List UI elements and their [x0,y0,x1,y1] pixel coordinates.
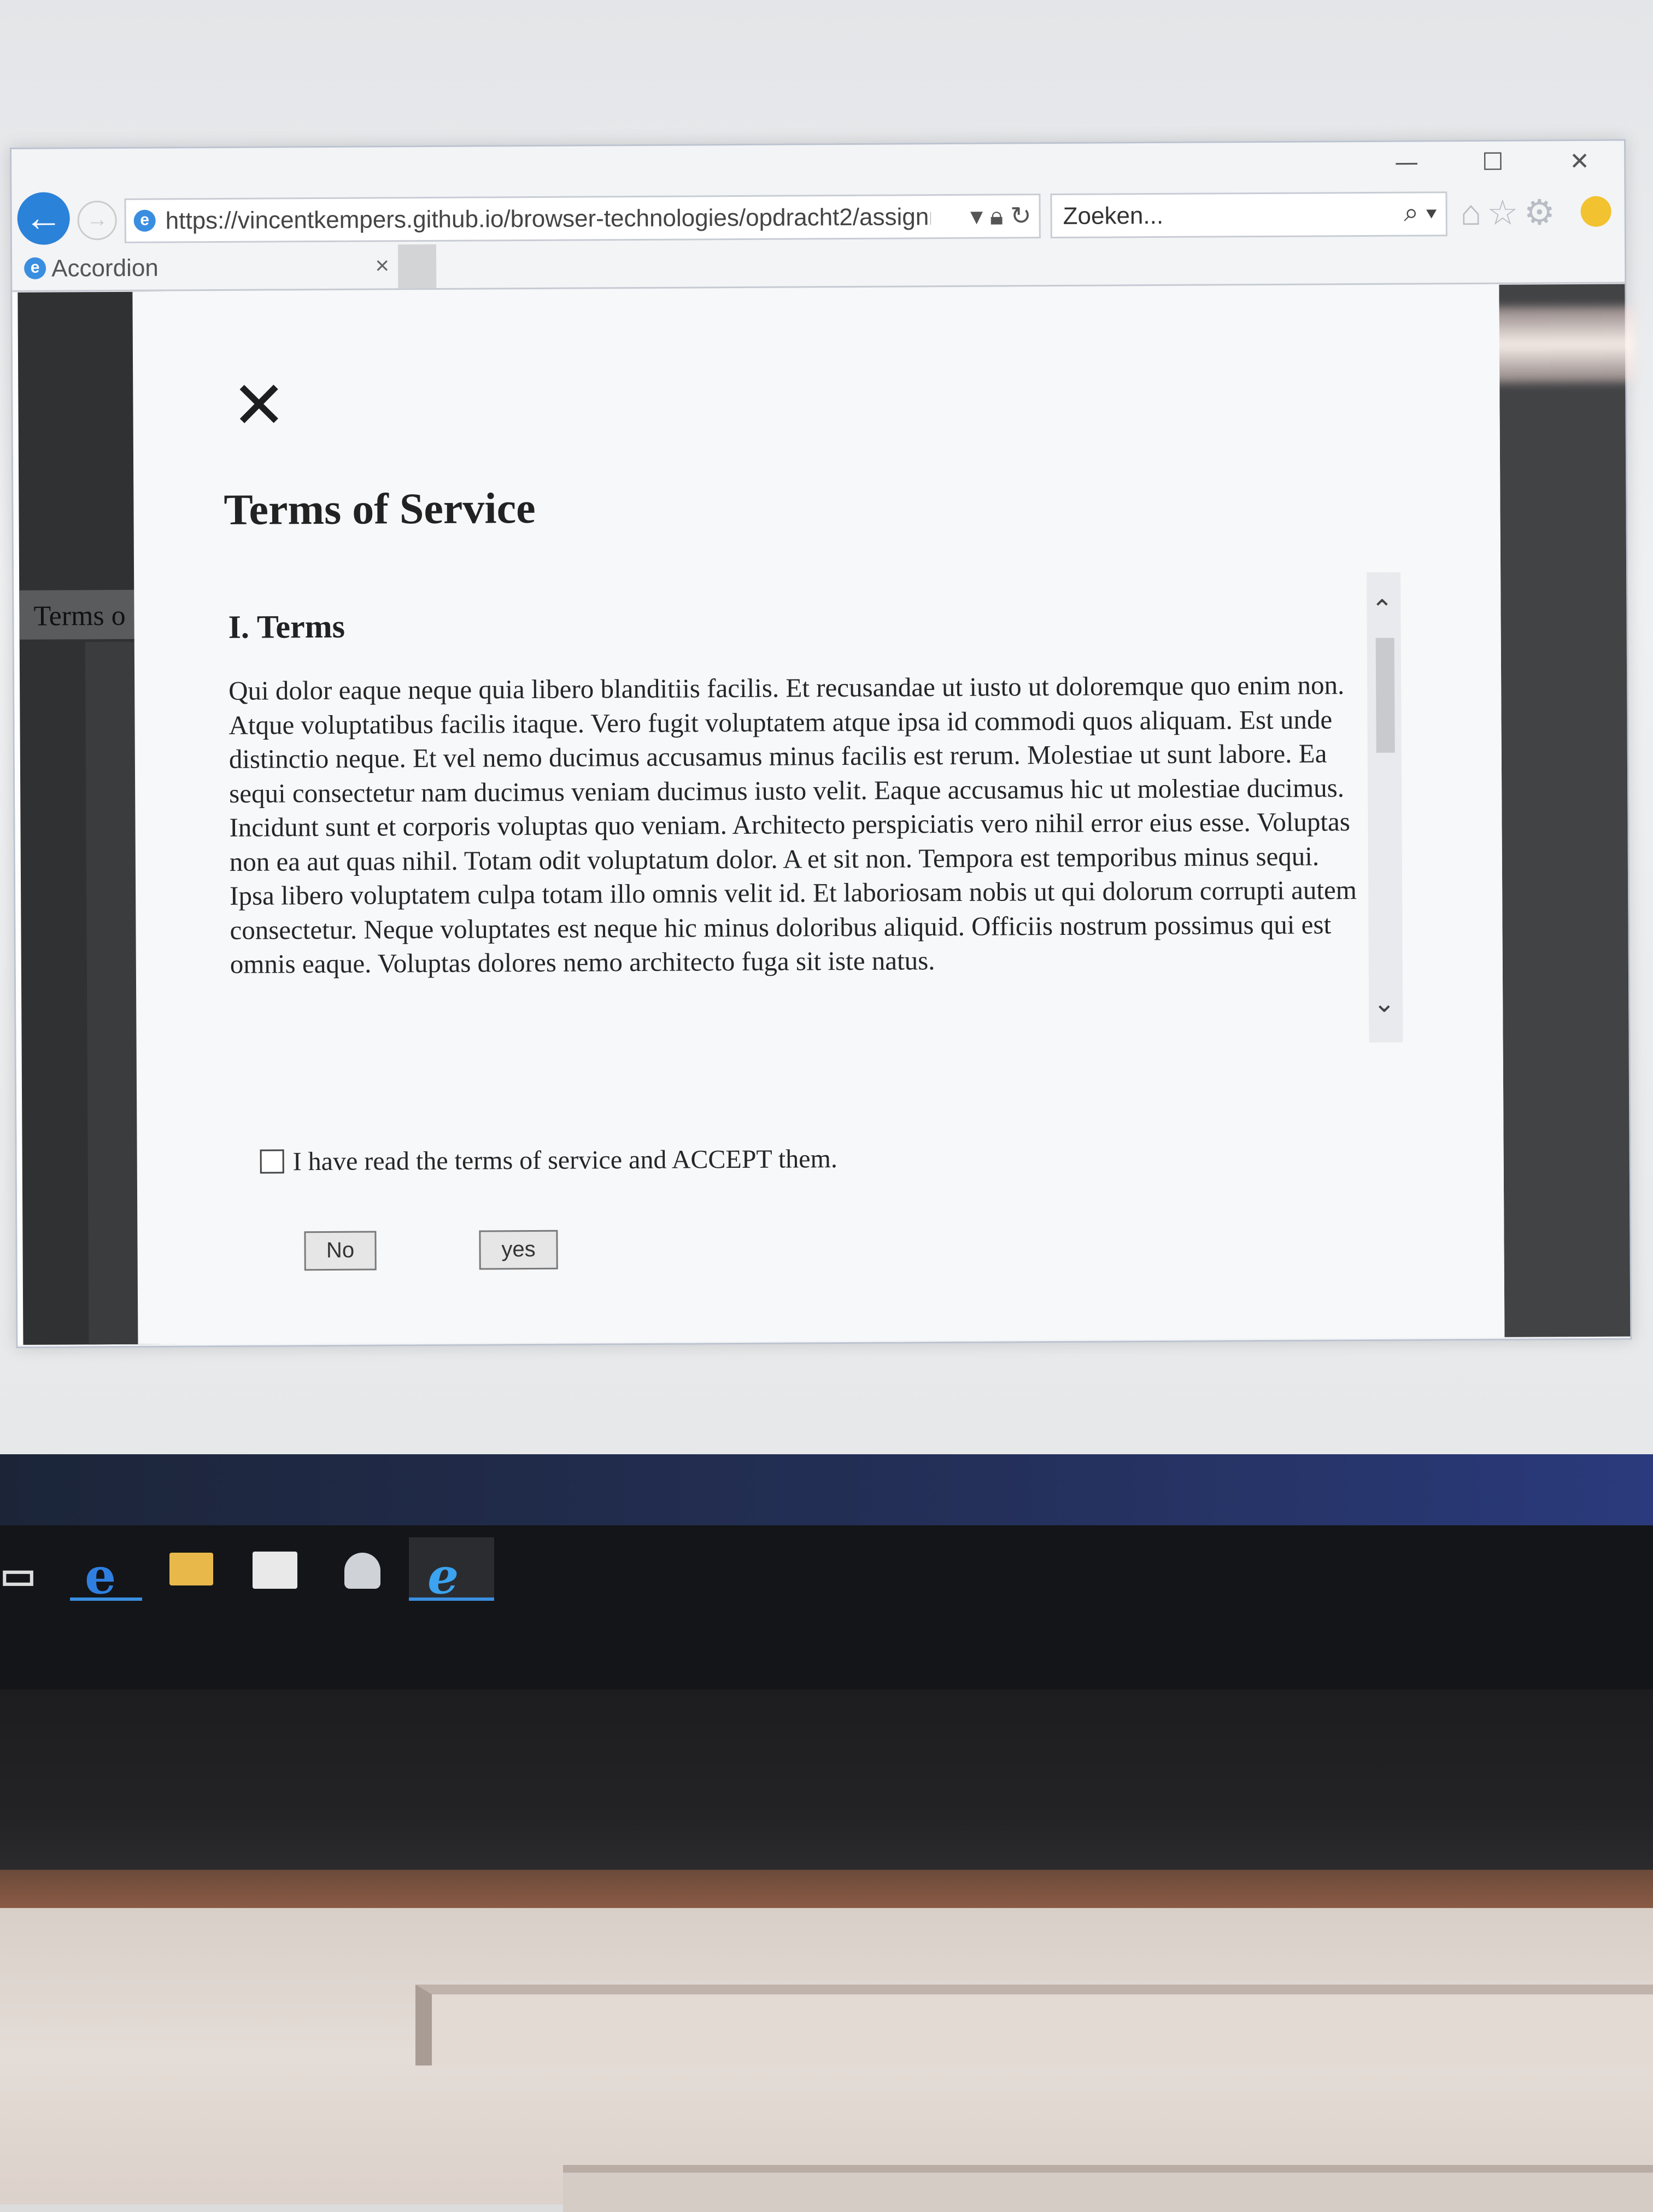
section-heading: I. Terms [228,608,345,645]
app-icon[interactable] [344,1553,380,1589]
desk-drawer [415,1985,1653,2065]
chevron-down-icon[interactable]: ⌄ [1373,988,1396,1019]
desk-edge [0,1870,1653,1908]
ie-tab-icon: e [24,257,46,279]
home-icon[interactable]: ⌂ [1460,193,1487,232]
dropdown-icon[interactable]: ▾ [970,202,983,230]
gear-icon[interactable]: ⚙ [1524,192,1561,232]
desktop-wallpaper-strip [0,1454,1653,1525]
maximize-button[interactable]: ☐ [1482,148,1504,176]
yes-button[interactable]: yes [479,1230,558,1270]
sidebar-item-label: Terms o [33,600,126,632]
title-bar: — ☐ ✕ [11,141,1624,182]
taskbar [0,1525,1653,1689]
minimize-button[interactable]: — [1394,149,1418,177]
store-icon[interactable] [253,1552,297,1589]
accept-checkbox[interactable] [260,1149,284,1174]
search-input[interactable]: Zoeken... ⌕ ▾ [1050,191,1447,239]
url-text[interactable]: https://vincentkempers.github.io/browser… [166,203,931,235]
scrollbar[interactable]: ⌃ ⌄ [1367,572,1403,1043]
chevron-up-icon[interactable]: ⌃ [1371,594,1393,625]
scrollbar-thumb[interactable] [1375,637,1395,753]
desk-drawer-lower [563,2165,1653,2212]
modal-title: Terms of Service [224,484,536,534]
terms-modal: ✕ Terms of Service I. Terms Qui dolor ea… [132,284,1505,1344]
new-tab-button[interactable] [397,244,437,289]
edge-active-indicator [70,1597,142,1601]
page-content: Terms o ✕ Terms of Service I. Terms Qui … [12,284,1637,1345]
accept-checkbox-label: I have read the terms of service and ACC… [292,1144,838,1177]
file-explorer-icon[interactable] [169,1553,213,1585]
refresh-icon[interactable]: ↻ [1010,201,1031,230]
tab-close-icon[interactable]: × [375,252,389,279]
terms-body-text: Qui dolor eaque neque quia libero blandi… [228,670,1357,979]
tab-label: Accordion [51,254,159,282]
edge-icon[interactable]: e [85,1547,116,1605]
smiley-icon[interactable] [1580,196,1611,227]
monitor-bezel [0,1689,1653,1870]
accept-checkbox-row[interactable]: I have read the terms of service and ACC… [260,1144,837,1177]
internet-explorer-icon[interactable]: e [427,1547,459,1605]
tab-accordion[interactable]: e Accordion × [20,244,397,290]
address-bar[interactable]: e https://vincentkempers.github.io/brows… [124,194,1041,243]
navigation-bar: ← → e https://vincentkempers.github.io/b… [11,182,1624,245]
toolbar-icons: ⌂☆⚙ [1460,192,1561,233]
right-panel-background [1499,284,1631,1337]
back-arrow-icon[interactable]: ← [17,192,70,245]
close-window-button[interactable]: ✕ [1569,148,1590,175]
no-button[interactable]: No [304,1231,377,1271]
ie-active-indicator [409,1597,494,1601]
address-bar-icons: ▾ 🔒︎ ↻ [970,201,1031,232]
search-icon[interactable]: ⌕ ▾ [1404,197,1437,228]
forward-icon[interactable]: → [77,200,117,241]
task-view-icon[interactable]: ▭ [0,1553,36,1597]
lock-icon[interactable]: 🔒︎ [990,201,1004,230]
search-placeholder: Zoeken... [1063,202,1164,230]
close-icon[interactable]: ✕ [231,367,286,444]
browser-window: — ☐ ✕ ← → e https://vincentkempers.githu… [10,139,1637,1348]
tab-row: e Accordion × [11,238,1625,292]
ie-icon: e [133,209,156,232]
star-icon[interactable]: ☆ [1487,193,1524,232]
